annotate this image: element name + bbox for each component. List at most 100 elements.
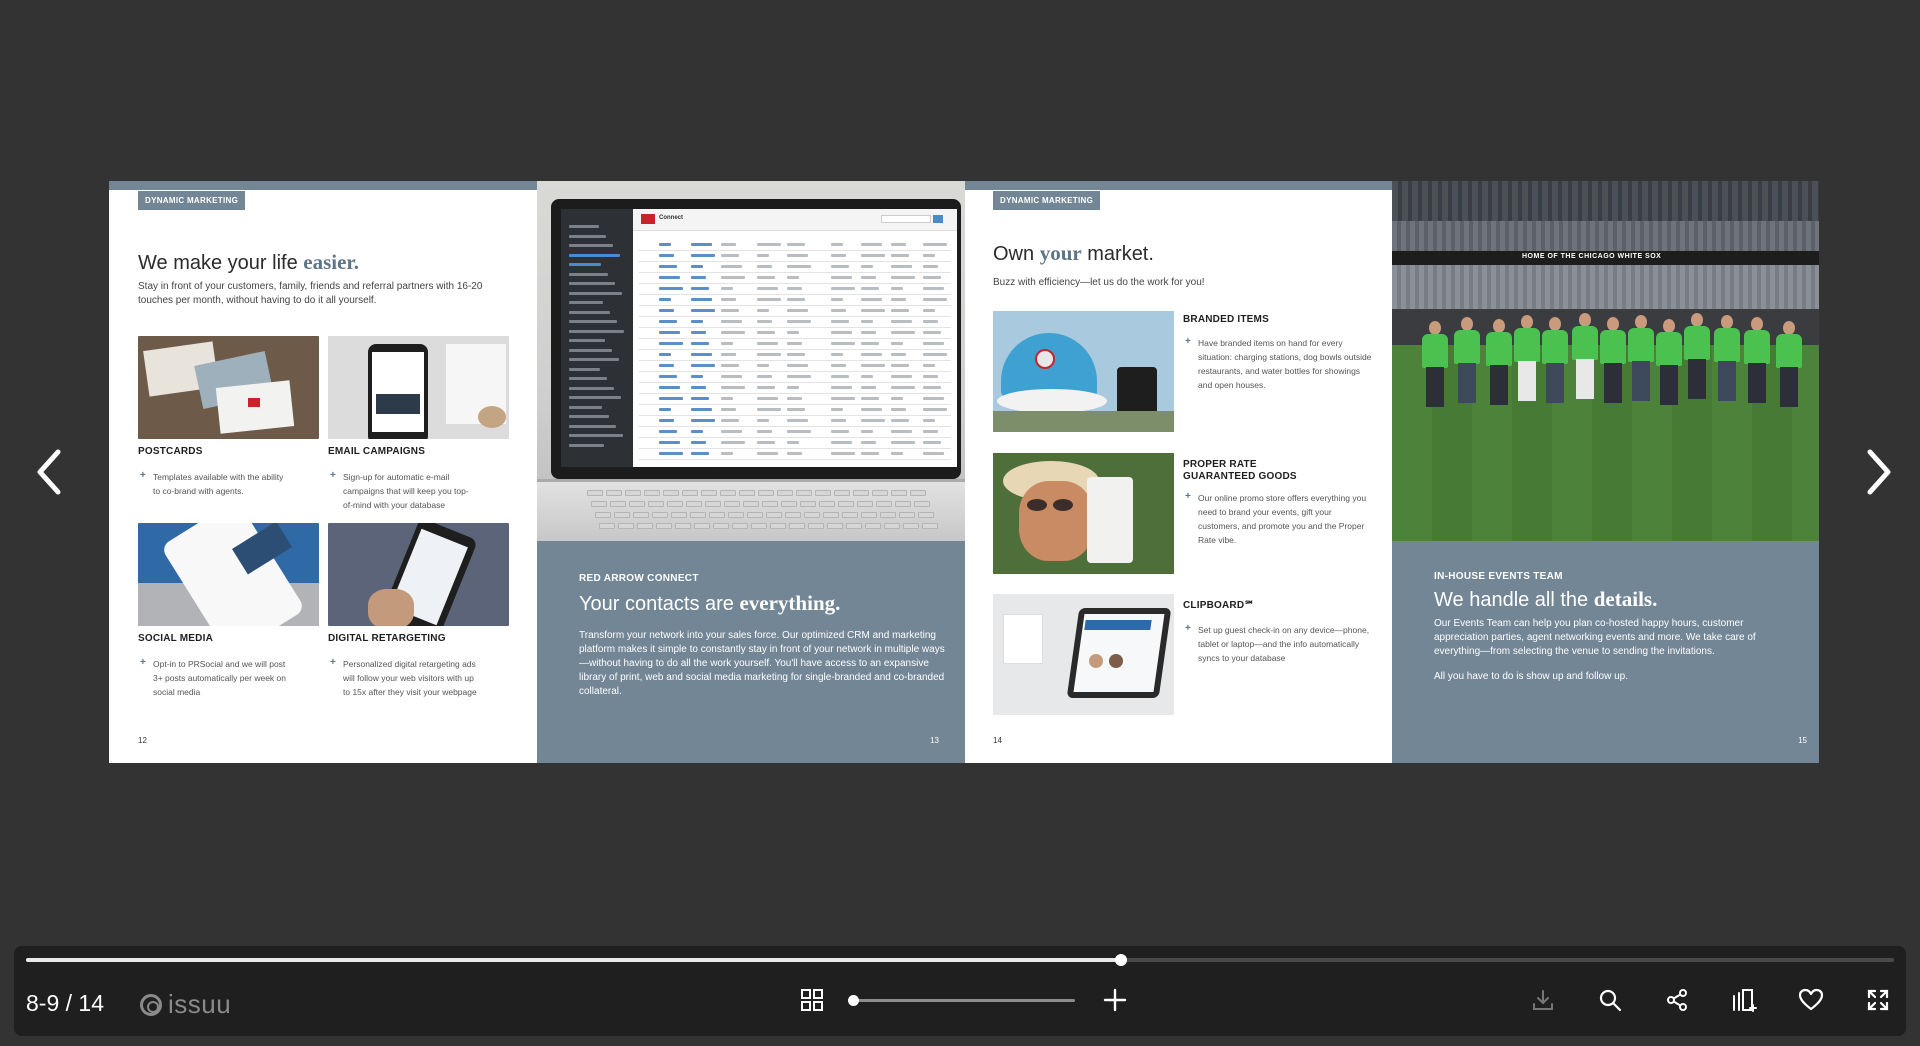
crm-table-row xyxy=(639,250,951,251)
previous-page-arrow-icon[interactable] xyxy=(28,446,72,498)
next-page-arrow-icon[interactable] xyxy=(1856,446,1900,498)
keyboard-key xyxy=(732,523,748,529)
crm-table-cell xyxy=(659,397,683,400)
keyboard-key xyxy=(846,523,862,529)
crm-table-cell xyxy=(721,375,742,378)
crm-table-cell xyxy=(721,353,736,356)
fullscreen-icon[interactable] xyxy=(1862,984,1894,1016)
item-body: Our online promo store offers everything… xyxy=(1183,490,1373,547)
crm-table-cell xyxy=(923,287,944,290)
card-body: Opt-in to PRSocial and we will post 3+ p… xyxy=(138,656,288,699)
crm-table-cell xyxy=(691,386,706,389)
crm-table-cell xyxy=(659,276,680,279)
crm-table-row xyxy=(639,459,951,460)
crm-sidebar-item xyxy=(569,443,604,447)
crm-table-cell xyxy=(923,331,941,334)
crm-table-cell xyxy=(923,386,941,389)
crm-table-cell xyxy=(659,254,674,257)
crm-table-cell xyxy=(787,331,799,334)
crm-table-cell xyxy=(861,386,876,389)
card-title: POSTCARDS xyxy=(138,446,203,457)
page-spread[interactable]: DYNAMIC MARKETING We make your life easi… xyxy=(109,181,1819,763)
zoom-slider-handle[interactable] xyxy=(848,995,859,1006)
crm-table-cell xyxy=(923,298,947,301)
crm-table-cell xyxy=(861,298,882,301)
crm-table-cell xyxy=(721,243,736,246)
section-tag: DYNAMIC MARKETING xyxy=(993,191,1101,210)
crm-table-cell xyxy=(923,375,938,378)
crm-table-cell xyxy=(757,441,775,444)
keyboard-key xyxy=(815,490,831,496)
crm-table-row xyxy=(639,261,951,262)
crm-table-cell xyxy=(831,342,855,345)
keyboard-key xyxy=(781,501,797,507)
keyboard-key xyxy=(895,501,911,507)
zoom-slider[interactable] xyxy=(848,995,1075,1006)
branded-items-image xyxy=(993,311,1174,432)
crm-table-cell xyxy=(891,364,909,367)
digital-retargeting-image xyxy=(328,523,509,626)
stadium-banner-text: HOME OF THE CHICAGO WHITE SOX xyxy=(1522,253,1662,260)
crm-logo-text: Connect xyxy=(659,215,683,221)
crm-table-cell xyxy=(923,364,935,367)
crm-table-cell xyxy=(787,430,811,433)
crm-table-cell xyxy=(831,320,849,323)
crm-table-cell xyxy=(757,309,769,312)
card-title: SOCIAL MEDIA xyxy=(138,633,213,644)
crm-table-cell xyxy=(923,353,947,356)
crm-table-cell xyxy=(861,364,885,367)
crm-sidebar-item xyxy=(569,291,622,295)
reading-progress-bar[interactable] xyxy=(26,954,1894,966)
share-icon[interactable] xyxy=(1661,984,1693,1016)
keyboard-key xyxy=(891,490,907,496)
page-number: 12 xyxy=(138,736,147,745)
page-top-band xyxy=(965,181,1392,190)
section-tag: DYNAMIC MARKETING xyxy=(138,191,246,210)
keyboard-key xyxy=(701,490,717,496)
crm-table-cell xyxy=(831,397,855,400)
crm-table-cell xyxy=(831,430,849,433)
crm-table-row xyxy=(639,404,951,405)
crm-table-cell xyxy=(923,276,941,279)
crm-table-cell xyxy=(787,342,802,345)
crm-table-cell xyxy=(659,353,671,356)
page-number: 14 xyxy=(993,736,1002,745)
keyboard-key xyxy=(800,501,816,507)
add-to-stack-icon[interactable] xyxy=(1728,984,1760,1016)
headline-emphasis: easier. xyxy=(303,250,360,274)
crm-logo-icon xyxy=(641,214,655,224)
crm-search-box xyxy=(881,215,931,223)
issuu-logo-icon xyxy=(140,993,162,1016)
crm-table-cell xyxy=(659,441,680,444)
search-icon[interactable] xyxy=(1594,984,1626,1016)
zoom-in-icon[interactable] xyxy=(1099,984,1131,1016)
crm-table-cell xyxy=(787,452,802,455)
keyboard-key xyxy=(785,512,801,518)
crm-table-cell xyxy=(691,342,709,345)
crm-search-button xyxy=(933,215,943,223)
crm-table-cell xyxy=(691,254,715,257)
like-heart-icon[interactable] xyxy=(1795,984,1827,1016)
crm-table-cell xyxy=(721,298,736,301)
crm-sidebar-item xyxy=(569,386,614,390)
grid-view-icon[interactable] xyxy=(796,984,828,1016)
page-subtext: Buzz with efficiency—let us do the work … xyxy=(993,277,1205,288)
reading-progress-handle[interactable] xyxy=(1114,954,1127,966)
keyboard-key xyxy=(709,512,725,518)
crm-table-cell xyxy=(891,397,903,400)
keyboard-key xyxy=(629,501,645,507)
crm-table-cell xyxy=(691,309,715,312)
crm-table-cell xyxy=(757,331,775,334)
crm-table-cell xyxy=(721,254,739,257)
crm-table-cell xyxy=(891,441,915,444)
crm-table-row xyxy=(639,437,951,438)
issuu-logo[interactable]: issuu xyxy=(140,989,231,1020)
crm-table-cell xyxy=(659,243,671,246)
crm-table-cell xyxy=(891,375,912,378)
download-icon[interactable] xyxy=(1527,984,1559,1016)
page-13: Connect RED ARROW CONNECT Your contacts … xyxy=(537,181,965,763)
crm-table-cell xyxy=(691,375,703,378)
keyboard-key xyxy=(663,490,679,496)
crm-table-cell xyxy=(891,254,909,257)
keyboard-key xyxy=(705,501,721,507)
